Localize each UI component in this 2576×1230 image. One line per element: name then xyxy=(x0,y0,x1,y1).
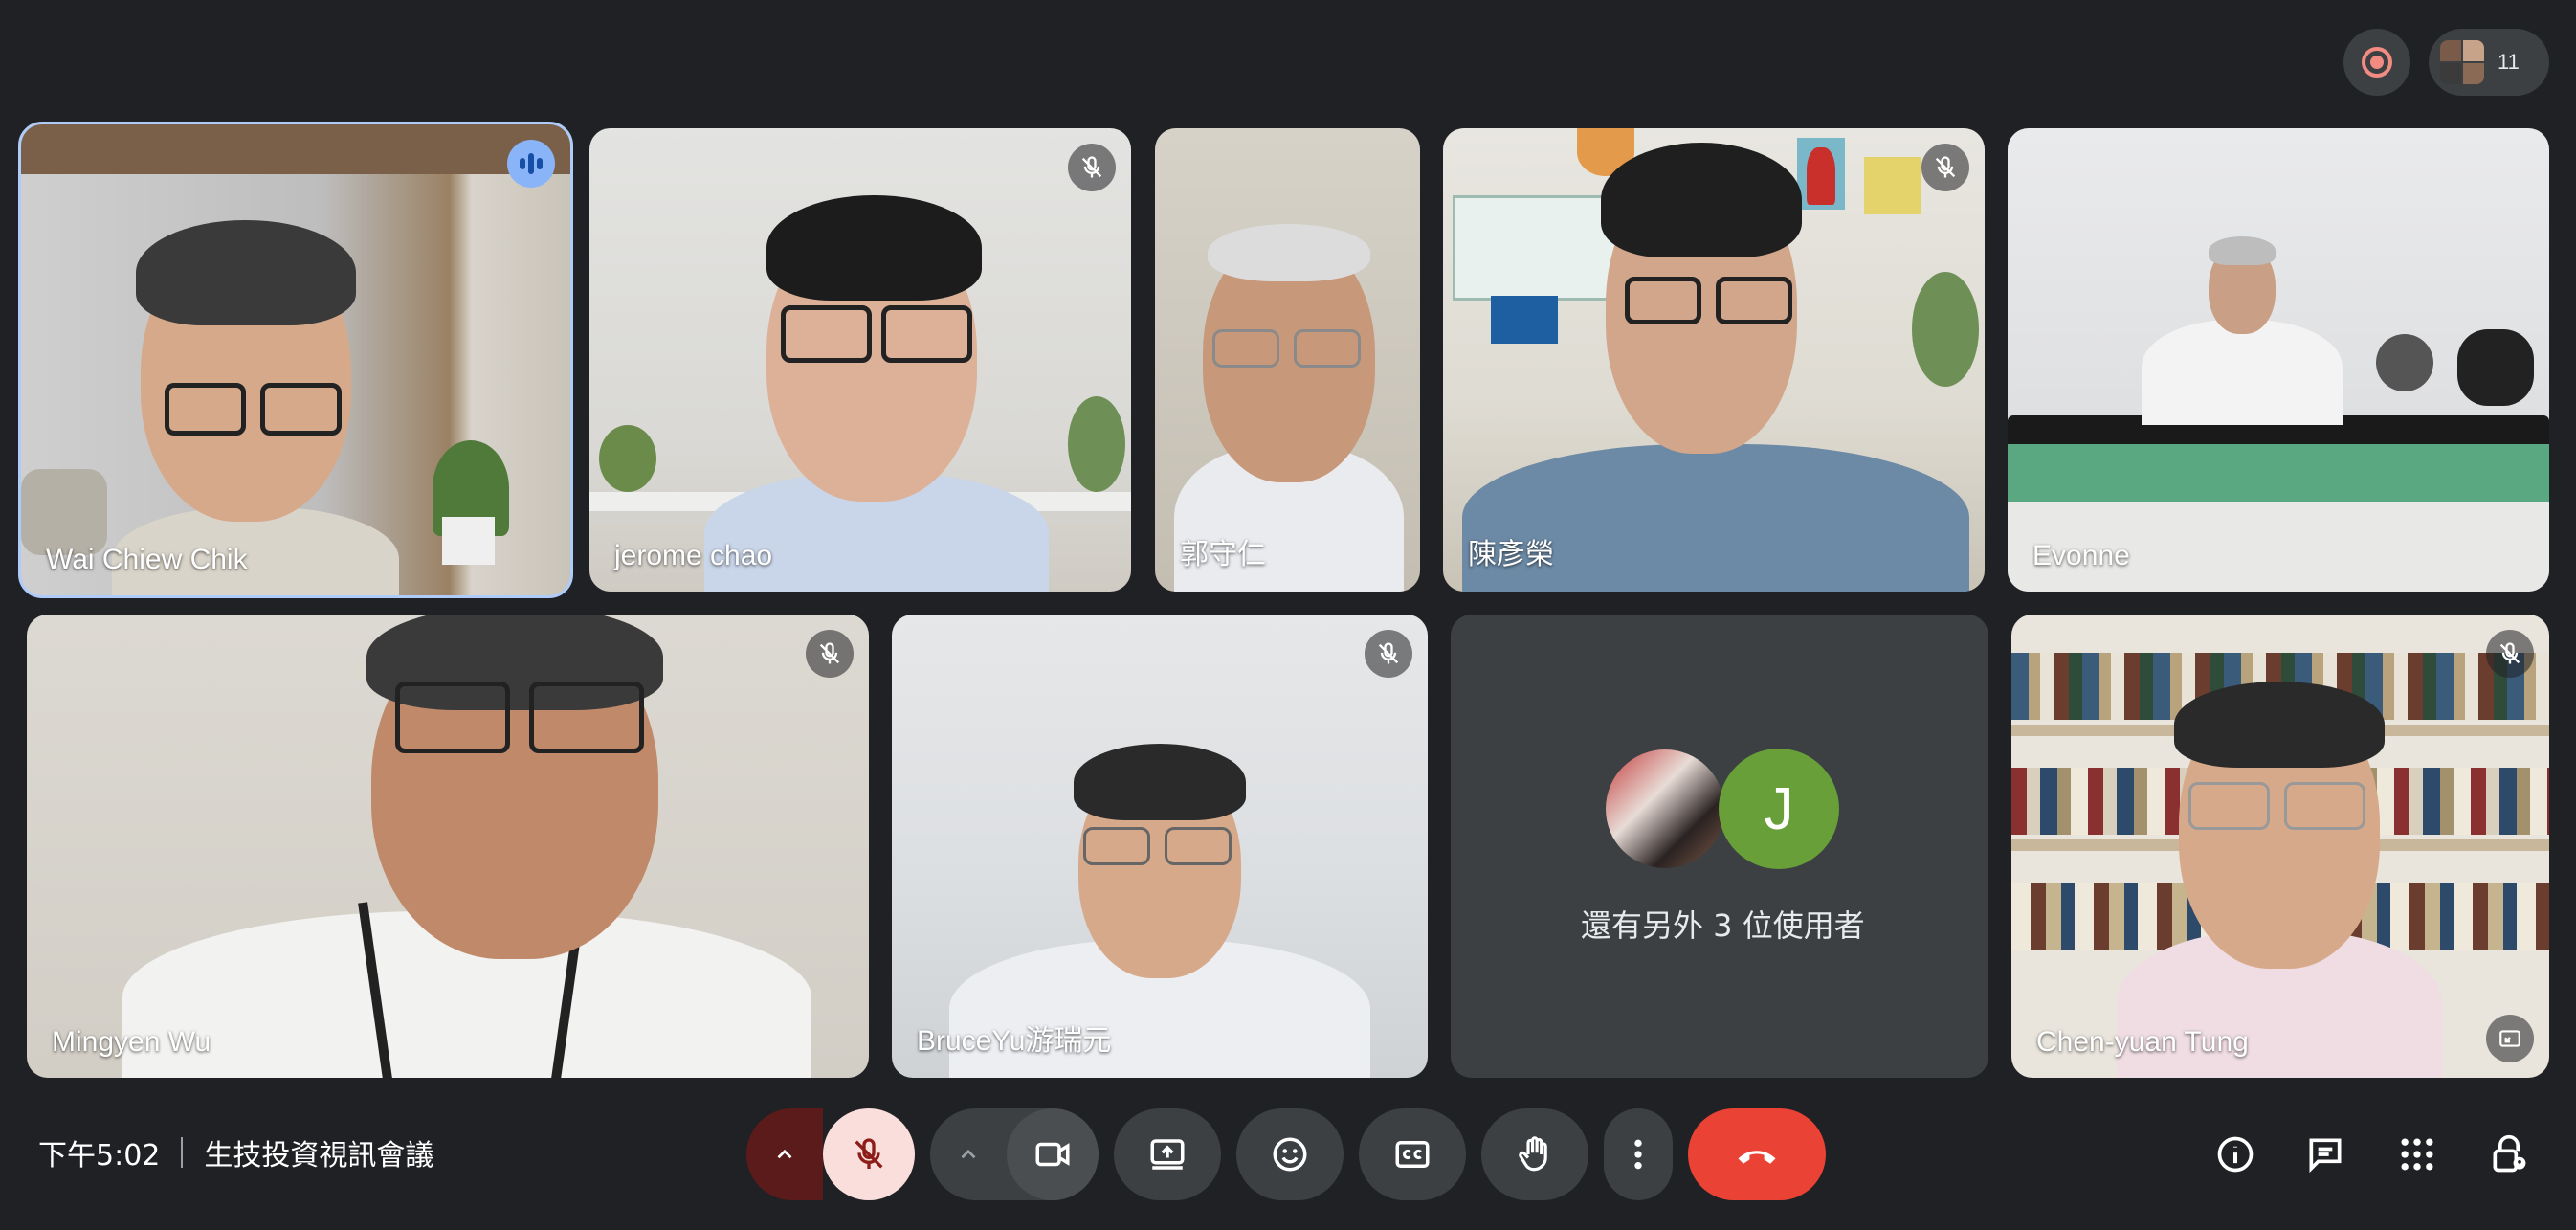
record-icon xyxy=(2362,47,2392,78)
host-controls-button[interactable] xyxy=(2484,1129,2534,1179)
participant-name: 陳彥榮 xyxy=(1468,539,1554,570)
raise-hand-button[interactable] xyxy=(1481,1108,1588,1200)
activities-button[interactable] xyxy=(2392,1129,2442,1179)
video-camera-icon xyxy=(1035,1142,1070,1167)
participant-tile-wai-chiew-chik[interactable]: Wai Chiew Chik xyxy=(18,122,573,598)
recording-indicator-button[interactable] xyxy=(2343,29,2410,96)
speaking-indicator-icon xyxy=(507,140,555,188)
participant-tile-jerome-chao[interactable]: jerome chao xyxy=(589,128,1131,592)
video-feed xyxy=(1155,128,1420,592)
participant-name: 郭守仁 xyxy=(1180,539,1266,570)
present-screen-icon xyxy=(1150,1139,1185,1170)
participant-name: Evonne xyxy=(2032,540,2130,571)
participant-tile-chen-yuan-tung[interactable]: Chen-yuan Tung xyxy=(2011,615,2549,1078)
participant-tile-evonne[interactable]: Evonne xyxy=(2008,128,2549,592)
video-feed xyxy=(2011,615,2549,1078)
chat-button[interactable] xyxy=(2300,1129,2350,1179)
mic-toggle-button[interactable] xyxy=(823,1108,915,1200)
participant-name: jerome chao xyxy=(614,540,773,571)
raise-hand-icon xyxy=(1519,1136,1547,1172)
chat-icon xyxy=(2309,1138,2342,1174)
present-screen-button[interactable] xyxy=(1114,1108,1221,1200)
meeting-meta: 下午5:02 生技投資視訊會議 xyxy=(38,1131,433,1174)
participant-count: 11 xyxy=(2498,50,2520,74)
end-call-icon xyxy=(1738,1151,1776,1164)
mic-muted-icon xyxy=(806,630,854,678)
camera-toggle-button[interactable] xyxy=(1007,1108,1099,1200)
mic-muted-icon xyxy=(1921,144,1969,191)
other-participants-tile[interactable] xyxy=(1451,615,1988,1078)
captions-button[interactable] xyxy=(1359,1108,1466,1200)
mic-control-group xyxy=(746,1108,915,1200)
mic-muted-icon xyxy=(1365,630,1412,678)
chevron-up-icon xyxy=(961,1149,976,1159)
mic-muted-icon xyxy=(2486,630,2534,678)
other-participants-label: 還有另外 3 位使用者 xyxy=(1581,907,1865,944)
mic-muted-icon xyxy=(1068,144,1116,191)
video-feed xyxy=(1443,128,1985,592)
apps-grid-icon xyxy=(2401,1138,2433,1171)
participant-name: Wai Chiew Chik xyxy=(46,544,248,575)
video-feed xyxy=(21,124,570,595)
more-vert-icon xyxy=(1634,1139,1642,1170)
participant-name: BruceYu游瑞元 xyxy=(917,1025,1112,1057)
participant-tile-kuo-shou-jen[interactable]: 郭守仁 xyxy=(1155,128,1420,592)
mic-options-button[interactable] xyxy=(746,1108,823,1200)
lock-person-icon xyxy=(2493,1134,2526,1173)
participants-avatars-icon xyxy=(2440,40,2484,84)
meeting-info-button[interactable] xyxy=(2210,1129,2260,1179)
participant-avatar-j: J xyxy=(1719,749,1839,869)
camera-control-group xyxy=(930,1108,1099,1200)
participant-tile-bruceyu[interactable]: BruceYu游瑞元 xyxy=(892,615,1428,1078)
participant-name: Chen-yuan Tung xyxy=(2036,1026,2249,1058)
smiley-icon xyxy=(1273,1137,1307,1172)
camera-options-button[interactable] xyxy=(930,1108,1007,1200)
expand-tile-icon[interactable] xyxy=(2486,1015,2534,1062)
participant-name: Mingyen Wu xyxy=(52,1026,211,1058)
video-feed xyxy=(2008,128,2549,592)
meeting-title: 生技投資視訊會議 xyxy=(204,1139,434,1173)
mic-off-icon xyxy=(855,1138,883,1169)
video-feed xyxy=(27,615,869,1078)
chevron-up-icon xyxy=(777,1149,792,1159)
closed-captions-icon xyxy=(1395,1141,1430,1168)
info-icon xyxy=(2217,1136,2254,1173)
more-options-button[interactable] xyxy=(1604,1108,1673,1200)
video-feed xyxy=(589,128,1131,592)
current-time: 下午5:02 xyxy=(38,1139,161,1173)
participants-button[interactable]: 11 xyxy=(2429,29,2549,96)
reactions-button[interactable] xyxy=(1236,1108,1344,1200)
video-feed xyxy=(892,615,1428,1078)
participant-tile-mingyen-wu[interactable]: Mingyen Wu xyxy=(27,615,869,1078)
participant-tile-chen-yen-jung[interactable]: 陳彥榮 xyxy=(1443,128,1985,592)
leave-call-button[interactable] xyxy=(1688,1108,1826,1200)
participant-avatar xyxy=(1606,749,1724,868)
divider xyxy=(181,1137,184,1168)
